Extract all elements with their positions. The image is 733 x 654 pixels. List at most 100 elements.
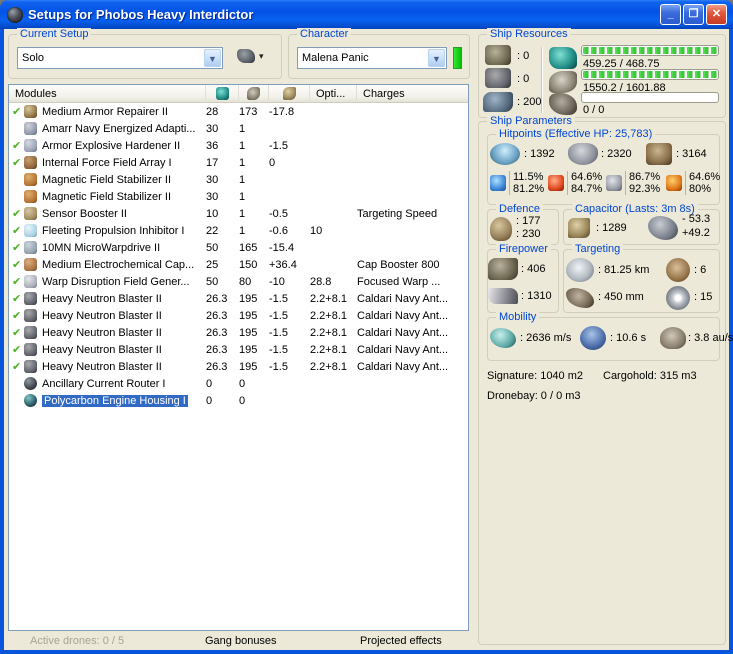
module-icon: [24, 173, 37, 186]
cpu-bar: [581, 45, 719, 56]
module-name-cell: Magnetic Field Stabilizer II: [42, 191, 206, 203]
table-row[interactable]: ✔ Warp Disruption Field Gener... 50 80 -…: [9, 273, 468, 290]
module-charge: Cap Booster 800: [357, 258, 440, 271]
current-setup-group: Current Setup Solo ▼ ▾: [8, 28, 282, 79]
drone-bandwidth-bar: [581, 92, 719, 103]
module-cpu: 10: [206, 207, 219, 220]
module-cap-use: -1.5: [269, 292, 288, 305]
table-row[interactable]: Ancillary Current Router I 0 0: [9, 375, 468, 392]
module-icon: [24, 309, 37, 322]
capacitor-amount: : 1289: [596, 222, 627, 234]
ship-menu-arrow-icon: ▾: [259, 50, 264, 61]
module-icon-cell: [24, 173, 42, 186]
modules-list-header[interactable]: Modules Opti... Charges: [9, 85, 468, 103]
explosive-resist-icon: [548, 175, 564, 191]
max-targets-value: : 6: [694, 264, 707, 276]
module-powergrid: 195: [239, 343, 258, 356]
table-row[interactable]: ✔ Internal Force Field Array I 17 1 0: [9, 154, 468, 171]
module-active-check-icon: ✔: [12, 327, 22, 339]
module-icon: [24, 326, 37, 339]
character-select[interactable]: Malena Panic ▼: [297, 47, 447, 69]
module-powergrid: 0: [239, 394, 246, 407]
module-icon-cell: [24, 105, 42, 118]
module-name: Medium Armor Repairer II: [42, 105, 168, 118]
em-shield-resist: 11.5%: [513, 171, 544, 183]
module-cpu: 30: [206, 190, 219, 203]
thermal-shield-resist: 64.6%: [689, 171, 721, 183]
gang-bonuses-label[interactable]: Gang bonuses: [205, 635, 277, 647]
module-icon-cell: [24, 241, 42, 254]
table-row[interactable]: Magnetic Field Stabilizer II 30 1: [9, 188, 468, 205]
table-row[interactable]: ✔ Medium Electrochemical Cap... 25 150 +…: [9, 256, 468, 273]
table-row[interactable]: ✔ 10MN MicroWarpdrive II 50 165 -15.4: [9, 239, 468, 256]
module-name: Heavy Neutron Blaster II: [42, 360, 162, 373]
module-name-cell: Sensor Booster II: [42, 208, 206, 220]
eft-setups-window: Setups for Phobos Heavy Interdictor _ ❐ …: [0, 0, 733, 654]
projected-effects-label[interactable]: Projected effects: [360, 635, 442, 647]
chevron-down-icon[interactable]: ▼: [204, 49, 221, 67]
capacitor-icon: [568, 218, 590, 238]
column-cpu[interactable]: [206, 85, 239, 103]
sensor-strength-icon: [666, 286, 690, 310]
table-row[interactable]: ✔ Fleeting Propulsion Inhibitor I 22 1 -…: [9, 222, 468, 239]
thermal-resist-icon: [666, 175, 682, 191]
module-charge: Caldari Navy Ant...: [357, 343, 449, 356]
table-row[interactable]: Amarr Navy Energized Adapti... 30 1: [9, 120, 468, 137]
module-name-cell: Medium Armor Repairer II: [42, 106, 206, 118]
column-optimal[interactable]: Opti...: [310, 85, 357, 103]
setup-select[interactable]: Solo ▼: [17, 47, 223, 69]
kinetic-armor-resist: 92.3%: [629, 183, 661, 195]
table-row[interactable]: ✔ Heavy Neutron Blaster II 26.3 195 -1.5…: [9, 324, 468, 341]
em-resist: 11.5% 81.2%: [490, 171, 544, 195]
chevron-down-icon[interactable]: ▼: [428, 49, 445, 67]
column-powergrid[interactable]: [239, 85, 269, 103]
warp-speed-icon: [660, 327, 686, 349]
module-cpu: 28: [206, 105, 219, 118]
table-row[interactable]: Polycarbon Engine Housing I 0 0: [9, 392, 468, 409]
table-row[interactable]: ✔ Heavy Neutron Blaster II 26.3 195 -1.5…: [9, 341, 468, 358]
capacitor-label: Capacitor (Lasts: 3m 8s): [572, 203, 698, 215]
module-powergrid: 1: [239, 207, 246, 220]
table-row[interactable]: Magnetic Field Stabilizer II 30 1: [9, 171, 468, 188]
table-row[interactable]: ✔ Medium Armor Repairer II 28 173 -17.8: [9, 103, 468, 120]
titlebar[interactable]: Setups for Phobos Heavy Interdictor _ ❐ …: [0, 0, 733, 29]
column-capacitor[interactable]: [269, 85, 310, 103]
powergrid-bar: [581, 69, 719, 80]
module-icon: [24, 156, 37, 169]
table-row[interactable]: ✔ Heavy Neutron Blaster II 26.3 195 -1.5…: [9, 307, 468, 324]
maximize-button[interactable]: ❐: [683, 4, 704, 25]
capacitor-column-icon: [282, 87, 296, 100]
table-row[interactable]: ✔ Sensor Booster II 10 1 -0.5 Targeting …: [9, 205, 468, 222]
column-modules[interactable]: Modules: [9, 85, 206, 103]
minimize-button[interactable]: _: [660, 4, 681, 25]
setup-select-value: Solo: [22, 52, 45, 64]
character-group: Character Malena Panic ▼: [288, 28, 470, 79]
module-cpu: 36: [206, 139, 219, 152]
table-row[interactable]: ✔ Heavy Neutron Blaster II 26.3 195 -1.5…: [9, 358, 468, 375]
table-row[interactable]: ✔ Armor Explosive Hardener II 36 1 -1.5: [9, 137, 468, 154]
kinetic-resist-icon: [606, 175, 622, 191]
module-cpu: 26.3: [206, 326, 228, 339]
module-icon-cell: [24, 394, 42, 407]
shield-hp-value: : 1392: [524, 148, 555, 160]
mobility-group: Mobility : 2636 m/s : 10.6 s : 3.8 au/s: [487, 311, 733, 361]
module-name-cell: Heavy Neutron Blaster II: [42, 344, 206, 356]
module-name: Amarr Navy Energized Adapti...: [42, 122, 196, 135]
module-cpu: 50: [206, 275, 219, 288]
close-button[interactable]: ✕: [706, 4, 727, 25]
explosive-shield-resist: 64.6%: [571, 171, 603, 183]
ship-resources-label: Ship Resources: [487, 28, 571, 40]
ship-menu-button[interactable]: ▾: [237, 49, 264, 63]
column-charges[interactable]: Charges: [357, 85, 468, 103]
module-powergrid: 195: [239, 309, 258, 322]
launcher-hardpoints-value: : 0: [517, 73, 530, 85]
module-optimal: 2.2+8.1: [310, 326, 348, 339]
module-icon-cell: [24, 139, 42, 152]
module-powergrid: 1: [239, 156, 246, 169]
modules-list[interactable]: Modules Opti... Charges ✔ Medium Armor R…: [8, 84, 469, 631]
module-icon: [24, 190, 37, 203]
ship-parameters-label: Ship Parameters: [487, 115, 575, 127]
table-row[interactable]: ✔ Heavy Neutron Blaster II 26.3 195 -1.5…: [9, 290, 468, 307]
column-optimal-label: Opti...: [316, 87, 346, 100]
hitpoints-group: Hitpoints (Effective HP: 25,783) : 1392 …: [487, 128, 721, 205]
